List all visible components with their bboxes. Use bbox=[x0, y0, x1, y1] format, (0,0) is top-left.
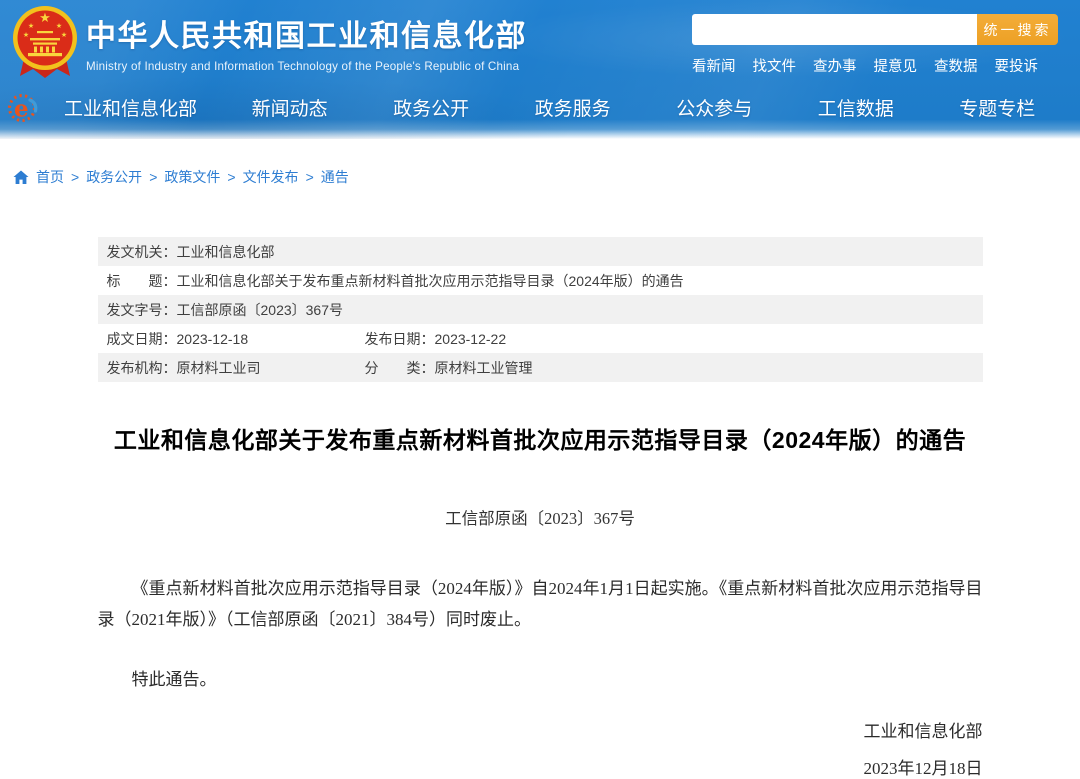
document-meta-table: 发文机关： 工业和信息化部 标 题： 工业和信息化部关于发布重点新材料首批次应用… bbox=[98, 237, 983, 382]
document-title: 工业和信息化部关于发布重点新材料首批次应用示范指导目录（2024年版）的通告 bbox=[98, 421, 983, 455]
breadcrumb-separator: > bbox=[306, 169, 314, 185]
meta-cell: 成文日期： 2023-12-18 bbox=[98, 329, 356, 349]
meta-value: 工业和信息化部关于发布重点新材料首批次应用示范指导目录（2024年版）的通告 bbox=[177, 271, 684, 291]
signature-date: 2023年12月18日 bbox=[98, 754, 983, 779]
notice-closing: 特此通告。 bbox=[98, 664, 983, 695]
nav-items: 工业和信息化部 新闻动态 政务公开 政务服务 公众参与 工信数据 专题专栏 bbox=[42, 94, 1068, 121]
meta-value: 2023-12-18 bbox=[177, 331, 249, 347]
meta-label: 发布机构： bbox=[107, 358, 177, 378]
quick-links: 看新闻 找文件 查办事 提意见 查数据 要投诉 bbox=[692, 55, 1058, 76]
search-bar: 统一搜索 bbox=[692, 14, 1058, 45]
notice-body-paragraph: 《重点新材料首批次应用示范指导目录（2024年版）》自2024年1月1日起实施。… bbox=[98, 573, 983, 635]
breadcrumb: 首页 > 政务公开 > 政策文件 > 文件发布 > 通告 bbox=[13, 167, 1080, 187]
meta-cell: 发文机关： 工业和信息化部 bbox=[98, 242, 983, 262]
meta-label: 发文机关： bbox=[107, 242, 177, 262]
quick-link-see-news[interactable]: 看新闻 bbox=[692, 55, 736, 76]
quick-link-handle-affairs[interactable]: 查办事 bbox=[813, 55, 857, 76]
meta-row-issuing-authority: 发文机关： 工业和信息化部 bbox=[98, 237, 983, 266]
site-subtitle: Ministry of Industry and Information Tec… bbox=[86, 60, 527, 73]
quick-link-query-data[interactable]: 查数据 bbox=[934, 55, 978, 76]
breadcrumb-separator: > bbox=[71, 169, 79, 185]
quick-link-suggestions[interactable]: 提意见 bbox=[874, 55, 918, 76]
signature-org: 工业和信息化部 bbox=[98, 717, 983, 742]
svg-text:★: ★ bbox=[28, 22, 34, 30]
site-top-band: ★ ★ ★ ★ ★ 中华人民共和国工业和信息化部 Ministry of Ind… bbox=[0, 0, 1080, 139]
nav-item-public-participation[interactable]: 公众参与 bbox=[643, 94, 785, 121]
search-input[interactable] bbox=[692, 14, 977, 45]
nav-item-special-topics[interactable]: 专题专栏 bbox=[926, 94, 1068, 121]
svg-text:★: ★ bbox=[61, 31, 67, 39]
meta-value: 原材料工业司 bbox=[177, 358, 261, 378]
meta-label: 成文日期： bbox=[107, 329, 177, 349]
meta-label: 发布日期： bbox=[365, 329, 435, 349]
nav-item-info-disclosure[interactable]: 政务公开 bbox=[360, 94, 502, 121]
nav-item-miit-home[interactable]: 工业和信息化部 bbox=[42, 94, 219, 121]
meta-cell: 分 类： 原材料工业管理 bbox=[356, 358, 983, 378]
breadcrumb-home[interactable]: 首页 bbox=[36, 167, 64, 187]
svg-text:★: ★ bbox=[39, 10, 51, 25]
breadcrumb-document-release[interactable]: 文件发布 bbox=[243, 167, 299, 187]
meta-value: 2023-12-22 bbox=[435, 331, 507, 347]
site-identity: 中华人民共和国工业和信息化部 Ministry of Industry and … bbox=[86, 11, 527, 73]
nav-item-miit-data[interactable]: 工信数据 bbox=[785, 94, 927, 121]
unified-search-button[interactable]: 统一搜索 bbox=[977, 14, 1058, 45]
breadcrumb-separator: > bbox=[149, 169, 157, 185]
meta-cell: 标 题： 工业和信息化部关于发布重点新材料首批次应用示范指导目录（2024年版）… bbox=[98, 271, 983, 291]
home-icon[interactable] bbox=[13, 170, 29, 185]
signature-block: 工业和信息化部 2023年12月18日 bbox=[98, 717, 983, 779]
meta-cell: 发布日期： 2023-12-22 bbox=[356, 329, 983, 349]
site-header: ★ ★ ★ ★ ★ 中华人民共和国工业和信息化部 Ministry of Ind… bbox=[0, 0, 1080, 82]
meta-row-dates: 成文日期： 2023-12-18 发布日期： 2023-12-22 bbox=[98, 324, 983, 353]
miit-gear-e-logo-icon: e bbox=[6, 90, 42, 126]
meta-label: 分 类： bbox=[365, 358, 435, 378]
breadcrumb-policy-documents[interactable]: 政策文件 bbox=[164, 167, 220, 187]
document-number: 工信部原函〔2023〕367号 bbox=[98, 505, 983, 529]
nav-item-gov-services[interactable]: 政务服务 bbox=[502, 94, 644, 121]
meta-label: 发文字号： bbox=[107, 300, 177, 320]
meta-row-doc-number: 发文字号： 工信部原函〔2023〕367号 bbox=[98, 295, 983, 324]
breadcrumb-separator: > bbox=[227, 169, 235, 185]
svg-text:★: ★ bbox=[56, 22, 62, 30]
breadcrumb-info-disclosure[interactable]: 政务公开 bbox=[86, 167, 142, 187]
meta-cell: 发布机构： 原材料工业司 bbox=[98, 358, 356, 378]
site-title: 中华人民共和国工业和信息化部 bbox=[86, 11, 527, 55]
breadcrumb-notice[interactable]: 通告 bbox=[321, 167, 349, 187]
nav-item-news[interactable]: 新闻动态 bbox=[219, 94, 361, 121]
meta-value: 原材料工业管理 bbox=[435, 358, 533, 378]
document-page: 发文机关： 工业和信息化部 标 题： 工业和信息化部关于发布重点新材料首批次应用… bbox=[98, 237, 983, 779]
quick-link-find-files[interactable]: 找文件 bbox=[753, 55, 797, 76]
meta-value: 工业和信息化部 bbox=[177, 242, 275, 262]
meta-row-title: 标 题： 工业和信息化部关于发布重点新材料首批次应用示范指导目录（2024年版）… bbox=[98, 266, 983, 295]
meta-row-publisher-category: 发布机构： 原材料工业司 分 类： 原材料工业管理 bbox=[98, 353, 983, 382]
svg-text:★: ★ bbox=[23, 31, 29, 39]
quick-link-complaints[interactable]: 要投诉 bbox=[995, 55, 1039, 76]
header-search-area: 统一搜索 看新闻 找文件 查办事 提意见 查数据 要投诉 bbox=[692, 14, 1058, 76]
primary-nav: e 工业和信息化部 新闻动态 政务公开 政务服务 公众参与 工信数据 专题专栏 bbox=[0, 82, 1080, 139]
svg-text:e: e bbox=[14, 95, 29, 122]
national-emblem-icon: ★ ★ ★ ★ ★ bbox=[9, 4, 81, 80]
meta-cell: 发文字号： 工信部原函〔2023〕367号 bbox=[98, 300, 983, 320]
meta-value: 工信部原函〔2023〕367号 bbox=[177, 300, 344, 320]
meta-label: 标 题： bbox=[107, 271, 177, 291]
